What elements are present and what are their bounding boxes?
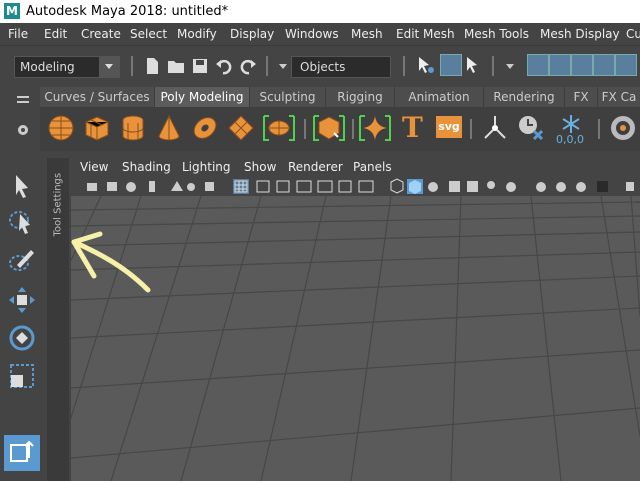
menu-windows[interactable]: Windows <box>285 27 339 41</box>
undo-icon[interactable] <box>215 57 233 75</box>
menu-icon[interactable] <box>16 93 30 107</box>
tab-rendering[interactable]: Rendering <box>484 87 565 107</box>
viewport-menubar: View Shading Lighting Show Renderer Pane… <box>71 157 640 177</box>
menu-mesh-tools[interactable]: Mesh Tools <box>464 27 529 41</box>
menu-edit[interactable]: Edit <box>44 27 67 41</box>
title-bar: M Autodesk Maya 2018: untitled* <box>0 0 640 23</box>
menu-mesh-display[interactable]: Mesh Display <box>540 27 620 41</box>
menu-select[interactable]: Select <box>130 27 167 41</box>
last-tool-icon <box>10 440 34 462</box>
divider <box>266 56 268 76</box>
divider <box>131 56 133 76</box>
status-line: Modeling Objects <box>0 45 640 86</box>
object-selection-field[interactable]: Objects <box>291 56 391 78</box>
tab-animation[interactable]: Animation <box>395 87 484 107</box>
menu-create[interactable]: Create <box>81 27 121 41</box>
viewport-menu-shading[interactable]: Shading <box>122 160 171 174</box>
snap-curve-button[interactable] <box>549 54 571 76</box>
viewport-menu-renderer[interactable]: Renderer <box>288 160 343 174</box>
viewport-panel[interactable]: View Shading Lighting Show Renderer Pane… <box>71 157 640 481</box>
divider <box>598 119 600 139</box>
tab-sculpting[interactable]: Sculpting <box>250 87 326 107</box>
viewport-menu-show[interactable]: Show <box>244 160 276 174</box>
type-tool-icon[interactable] <box>358 113 392 143</box>
maya-logo-icon: M <box>4 3 20 19</box>
chevron-down-icon[interactable] <box>278 61 288 71</box>
poly-plane-icon[interactable] <box>226 113 256 143</box>
open-folder-icon[interactable] <box>167 57 185 75</box>
object-selection-value: Objects <box>300 60 346 74</box>
mode-selector[interactable]: Modeling <box>14 56 120 78</box>
viewport-toolbar-icons[interactable] <box>71 177 640 196</box>
paint-select-icon[interactable] <box>8 246 36 274</box>
chevron-down-icon[interactable] <box>99 57 119 77</box>
measure-tool-icon[interactable] <box>480 113 510 143</box>
poly-cube-icon[interactable] <box>82 113 112 143</box>
snap-grid-button[interactable] <box>527 54 549 76</box>
snap-point-button[interactable] <box>571 54 593 76</box>
poly-cylinder-icon[interactable] <box>118 113 148 143</box>
menu-file[interactable]: File <box>8 27 28 41</box>
menu-display[interactable]: Display <box>230 27 274 41</box>
divider <box>352 119 354 139</box>
shelf-icons: T svg 0,0,0 <box>40 107 640 151</box>
combine-icon[interactable] <box>262 113 296 143</box>
snap-surface-button[interactable] <box>615 54 637 76</box>
svg-tool-icon[interactable]: svg <box>436 116 462 138</box>
center-pivot-icon[interactable] <box>608 113 638 143</box>
select-by-object-button[interactable] <box>440 54 462 76</box>
viewport-menu-view[interactable]: View <box>80 160 108 174</box>
annotation-arrow-icon <box>71 231 151 293</box>
tab-curves-surfaces[interactable]: Curves / Surfaces <box>40 87 155 107</box>
poly-cone-icon[interactable] <box>154 113 184 143</box>
viewport-menu-panels[interactable]: Panels <box>353 160 392 174</box>
gear-icon[interactable] <box>16 123 30 137</box>
divider <box>403 56 405 76</box>
save-icon[interactable] <box>191 57 209 75</box>
last-tool-button[interactable] <box>4 435 40 471</box>
toolbox <box>0 155 44 481</box>
divider <box>470 119 472 139</box>
tab-poly-modeling[interactable]: Poly Modeling <box>155 87 250 107</box>
tab-fx-caching[interactable]: FX Ca <box>598 87 640 107</box>
menu-modify[interactable]: Modify <box>177 27 217 41</box>
tab-fx[interactable]: FX <box>565 87 598 107</box>
divider <box>492 56 494 76</box>
main-menubar: File Edit Create Select Modify Display W… <box>0 23 640 45</box>
freeze-transform-icon[interactable] <box>556 113 586 135</box>
divider <box>304 119 306 139</box>
tool-settings-tab[interactable]: Tool Settings <box>47 158 69 481</box>
lasso-tool-icon[interactable] <box>8 208 36 236</box>
mode-selector-value: Modeling <box>20 60 75 74</box>
poly-sphere-icon[interactable] <box>46 113 76 143</box>
select-by-component-icon[interactable] <box>464 55 484 75</box>
tab-rigging[interactable]: Rigging <box>326 87 395 107</box>
snap-view-button[interactable] <box>593 54 615 76</box>
freeze-coords-label: 0,0,0 <box>556 133 584 146</box>
viewport-toolbar <box>71 177 640 196</box>
delete-history-icon[interactable] <box>516 113 546 143</box>
smooth-icon[interactable] <box>312 113 346 143</box>
select-by-hierarchy-icon[interactable] <box>416 55 436 75</box>
new-scene-icon[interactable] <box>143 57 161 75</box>
viewport-menu-lighting[interactable]: Lighting <box>182 160 231 174</box>
menu-cu[interactable]: Cu <box>626 27 640 41</box>
poly-torus-icon[interactable] <box>190 113 220 143</box>
menu-mesh[interactable]: Mesh <box>351 27 383 41</box>
scale-tool-icon[interactable] <box>8 362 36 390</box>
redo-icon[interactable] <box>239 57 257 75</box>
move-tool-icon[interactable] <box>8 286 36 314</box>
rotate-tool-icon[interactable] <box>8 324 36 352</box>
text-tool-icon[interactable]: T <box>402 111 423 144</box>
chevron-down-icon[interactable] <box>505 61 515 71</box>
window-title: Autodesk Maya 2018: untitled* <box>26 4 229 19</box>
menu-edit-mesh[interactable]: Edit Mesh <box>396 27 455 41</box>
shelf-area: Curves / Surfaces Poly Modeling Sculptin… <box>0 85 640 155</box>
select-tool-icon[interactable] <box>8 172 36 200</box>
